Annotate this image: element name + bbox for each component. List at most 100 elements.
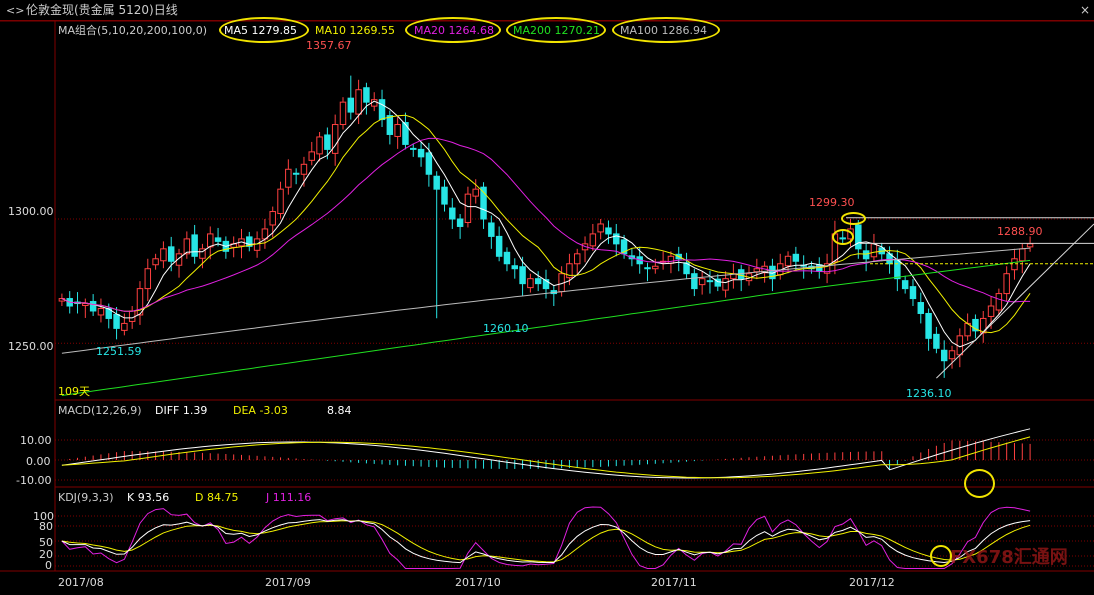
annotation-high-1299: 1299.30 (809, 196, 855, 209)
candle-body (82, 303, 89, 307)
candle-body (940, 349, 948, 362)
candle-body (870, 243, 878, 258)
candle-body (534, 278, 542, 285)
candle-body (456, 218, 464, 227)
candle-body (472, 188, 479, 197)
highlight-oval-ma20 (405, 17, 501, 43)
macd-dea: DEA -3.03 (233, 404, 288, 417)
ma100-line (61, 247, 1031, 354)
candle-body (433, 175, 440, 190)
macd-tick-neg10: -10.00 (16, 474, 52, 487)
kdj-d: D 84.75 (195, 491, 239, 504)
macd-diff: DIFF 1.39 (155, 404, 208, 417)
candle-body (605, 227, 612, 235)
candle-body (386, 115, 394, 135)
candle-body (292, 172, 300, 175)
candle-body (511, 265, 519, 270)
highlight-oval-high (841, 212, 866, 225)
candle-body (691, 273, 698, 290)
candle-body (948, 350, 956, 360)
annotation-low-1236: 1236.10 (906, 387, 952, 400)
candle-body (144, 268, 152, 290)
candle-body (97, 308, 105, 316)
kdj-k: K 93.56 (127, 491, 170, 504)
candle-body (909, 286, 917, 300)
price-tick-1300: 1300.00 (8, 205, 54, 218)
chart-canvas[interactable] (0, 0, 1094, 595)
candle-body (503, 251, 511, 265)
candle-body (402, 122, 409, 145)
candle-body (214, 237, 222, 242)
highlight-oval-ma200 (506, 17, 606, 43)
candle-body (644, 267, 651, 270)
candle-body (597, 223, 604, 233)
highlight-circle-macd (964, 469, 995, 498)
candle-body (160, 248, 167, 262)
candle-body (113, 313, 120, 329)
candle-body (495, 235, 503, 257)
candle-body (347, 97, 355, 113)
candle-body (128, 310, 136, 322)
highlight-oval-ma5 (219, 17, 309, 43)
ma5-line (61, 100, 1031, 348)
x-label-2017-10: 2017/10 (455, 576, 501, 589)
candle-body (573, 253, 581, 265)
candle-body (449, 207, 456, 220)
candle-body (995, 293, 1003, 311)
candle-body (316, 136, 323, 155)
candle-body (698, 278, 706, 286)
x-label-2017-08: 2017/08 (58, 576, 104, 589)
candle-body (917, 302, 925, 314)
price-tick-1250: 1250.00 (8, 340, 54, 353)
candle-body (152, 258, 159, 266)
candle-body (410, 147, 417, 150)
candle-body (355, 89, 362, 115)
candle-body (901, 280, 909, 290)
candle-body (464, 193, 472, 223)
ma10-value: MA10 1269.55 (315, 24, 395, 37)
candle-body (417, 148, 425, 158)
kdj-label: KDJ(9,3,3) (58, 491, 114, 504)
candle-body (207, 233, 214, 248)
candle-body (394, 124, 401, 137)
candle-body (425, 152, 433, 175)
kdj-k-line (61, 519, 1031, 564)
macd-label: MACD(12,26,9) (58, 404, 142, 417)
kdj-d-line (61, 520, 1031, 563)
candle-body (1026, 243, 1034, 248)
candle-body (308, 151, 315, 161)
candle-body (987, 305, 995, 317)
annotation-low-1260: 1260.10 (483, 322, 529, 335)
x-label-2017-11: 2017/11 (651, 576, 697, 589)
candle-body (339, 101, 347, 126)
candle-body (667, 255, 675, 264)
macd-diff-line (61, 428, 1031, 479)
candle-body (441, 186, 448, 205)
candle-body (1003, 273, 1010, 295)
candle-body (300, 163, 308, 175)
macd-value: 8.84 (327, 404, 352, 417)
candle-body (331, 124, 339, 154)
candle-body (722, 278, 729, 291)
candle-body (894, 259, 901, 280)
macd-tick-0: 0.00 (26, 455, 51, 468)
candle-body (855, 224, 862, 250)
window-title: 伦敦金现(贵金属 5120)日线 (26, 3, 178, 17)
candle-body (862, 250, 870, 260)
back-icon[interactable]: <> (6, 4, 24, 17)
x-label-2017-12: 2017/12 (849, 576, 895, 589)
candle-body (652, 265, 659, 270)
candle-body (925, 312, 932, 339)
candle-body (933, 333, 940, 349)
watermark-logo: FX678汇通网 (950, 547, 1068, 568)
candle-body (589, 233, 597, 247)
highlight-circle-kdj (930, 545, 952, 567)
highlight-oval-ma100 (612, 17, 720, 43)
candle-body (488, 222, 495, 237)
candle-body (121, 322, 128, 331)
x-label-2017-09: 2017/09 (265, 576, 311, 589)
candle-body (324, 134, 331, 150)
candle-body (167, 246, 175, 262)
candle-body (363, 87, 370, 103)
close-button[interactable]: × (1080, 3, 1090, 17)
